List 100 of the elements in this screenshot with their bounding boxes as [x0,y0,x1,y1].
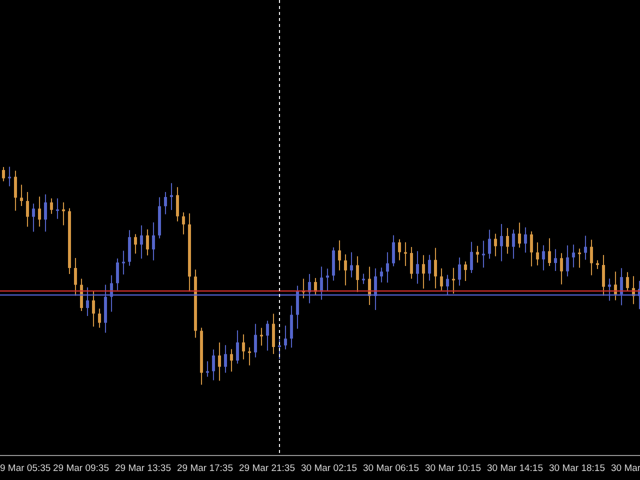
candlestick [392,234,395,267]
candlestick [404,242,407,266]
candlestick [374,268,377,310]
candlestick [470,241,473,274]
candlestick [98,308,101,328]
candlestick [482,240,485,268]
time-label: 29 Mar 21:35 [239,462,296,474]
time-label: 29 Mar 17:35 [177,462,234,474]
candlestick [596,260,599,270]
candlestick [410,246,413,280]
candlestick [212,349,215,381]
candlestick [548,238,551,266]
candlestick [452,267,455,294]
candlestick [386,252,389,284]
candlestick [350,252,353,278]
candlestick [566,244,569,277]
candlestick [524,226,527,254]
time-label: 29 Mar 09:35 [53,462,110,474]
candlestick [152,222,155,261]
candlestick [530,230,533,267]
candlestick [2,166,5,182]
candlestick [434,247,437,289]
candlestick [536,242,539,266]
candlestick [110,274,113,312]
candlestick [422,254,425,290]
candlestick [266,320,269,352]
candlestick [80,278,83,312]
candlestick [236,330,239,364]
candlestick [344,254,347,286]
candlestick [602,254,605,296]
candlestick [8,166,11,187]
candlestick [428,254,431,282]
candlestick [38,196,41,228]
candlestick [398,238,401,261]
candlestick [242,334,245,360]
candlestick [290,305,293,348]
candlestick [224,344,227,374]
candlestick [500,224,503,262]
candlestick [332,246,335,282]
candlestick [182,212,185,235]
candlestick [272,313,275,354]
candlestick [620,268,623,306]
candlestick [122,250,125,275]
time-label: 30 Mar 02:15 [301,462,358,474]
candlestick [518,222,521,248]
candlestick [32,203,35,232]
time-label: 30 Mar 10:15 [425,462,482,474]
candlestick [440,268,443,291]
candlestick [416,250,419,284]
time-label: 29 Mar 13:35 [115,462,172,474]
candlestick [578,248,581,268]
candlestick [308,274,311,304]
candlestick [278,338,281,360]
candlestick [560,252,563,285]
candlestick [260,327,263,346]
candlestick [254,323,257,358]
candlestick [356,256,359,292]
candlestick [458,256,461,286]
candlestick [56,198,59,220]
candlestick [296,285,299,330]
candlestick [494,233,497,257]
candlestick [44,194,47,232]
candlestick [584,235,587,260]
candlestick [554,248,557,272]
candlestick [140,224,143,260]
candlestick [248,346,251,366]
candlestick [326,268,329,292]
candlestick [116,258,119,291]
candlestick [158,196,161,239]
candlestick [26,192,29,228]
time-label: 30 Mar 06:15 [363,462,420,474]
candlestick [194,269,197,338]
candlestick [92,290,95,328]
candlestick [284,325,287,350]
candlestick [590,239,593,276]
time-label: 30 Mar 18:15 [549,462,606,474]
candlestick [614,271,617,301]
candlestick [206,360,209,378]
candlestick [368,266,371,306]
candlestick [320,266,323,300]
candlestick [146,228,149,256]
candlestick [128,230,131,266]
candlestick [638,280,640,310]
candlestick [14,170,17,212]
candlestick [512,229,515,260]
candlestick [62,202,65,226]
candlestick [86,286,89,316]
candlestick [506,228,509,254]
candlestick [50,198,53,214]
candlestick [218,342,221,382]
candlestick [20,184,23,206]
candlestick [302,278,305,299]
candlestick [176,186,179,222]
candlestick [626,272,629,292]
candlestick [230,348,233,372]
candlestick [338,240,341,271]
candlestick [134,234,137,254]
candlestick [314,278,317,296]
candlestick [164,192,167,215]
candlestick [464,260,467,282]
